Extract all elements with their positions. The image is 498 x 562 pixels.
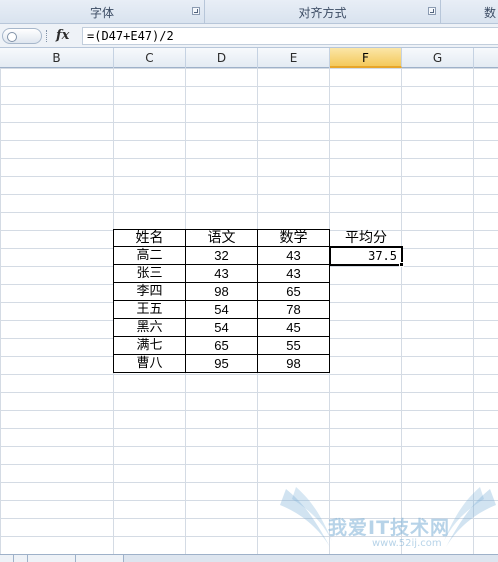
grid-column-line xyxy=(401,68,402,554)
watermark-url: www.52ij.com xyxy=(372,538,442,549)
column-header-row: B C D E F G xyxy=(0,48,498,68)
ribbon-group-number: 数 xyxy=(441,0,498,23)
table-cell-math[interactable]: 43 xyxy=(258,265,330,283)
column-header-c[interactable]: C xyxy=(114,48,186,68)
active-cell-f47[interactable]: 37.5 xyxy=(329,246,403,266)
ribbon-group-font: 字体 xyxy=(0,0,205,23)
table-cell-name[interactable]: 黑六 xyxy=(113,319,186,337)
table-cell-chinese[interactable]: 95 xyxy=(186,355,258,373)
tab-scroll-prev-button[interactable] xyxy=(14,555,28,562)
table-cell-chinese[interactable]: 32 xyxy=(186,247,258,265)
fx-label: fx xyxy=(56,28,70,43)
ribbon-group-alignment-label: 对齐方式 xyxy=(298,6,347,20)
column-header-d[interactable]: D xyxy=(186,48,258,68)
table-cell-name[interactable]: 高二 xyxy=(113,247,186,265)
ribbon-group-font-label: 字体 xyxy=(89,6,114,20)
table-cell-math[interactable]: 78 xyxy=(258,301,330,319)
ribbon-group-number-label: 数 xyxy=(483,6,496,20)
ribbon-group-labels: 字体 对齐方式 数 xyxy=(0,0,498,24)
column-header-f[interactable]: F xyxy=(330,48,402,68)
alignment-dialog-launcher-icon[interactable] xyxy=(428,7,436,15)
table-cell-name[interactable]: 王五 xyxy=(113,301,186,319)
fill-handle[interactable] xyxy=(399,262,404,267)
column-header-g[interactable]: G xyxy=(402,48,474,68)
table-cell-name[interactable]: 张三 xyxy=(113,265,186,283)
ribbon-group-alignment: 对齐方式 xyxy=(205,0,441,23)
tab-scroll-first-button[interactable] xyxy=(0,555,14,562)
column-header-e[interactable]: E xyxy=(258,48,330,68)
table-cell-name[interactable]: 曹八 xyxy=(113,355,186,373)
column-header-b[interactable]: B xyxy=(0,48,114,68)
column-header-h[interactable] xyxy=(474,48,498,68)
insert-function-icon[interactable]: fx xyxy=(56,26,78,46)
table-cell-chinese[interactable]: 65 xyxy=(186,337,258,355)
table-cell-chinese[interactable]: 54 xyxy=(186,319,258,337)
table-cell-name[interactable]: 李四 xyxy=(113,283,186,301)
sheet-tab-strip xyxy=(0,554,498,562)
table-cell-chinese[interactable]: 43 xyxy=(186,265,258,283)
formula-input[interactable]: =(D47+E47)/2 xyxy=(82,27,498,45)
table-cell-name[interactable]: 满七 xyxy=(113,337,186,355)
grid-column-line xyxy=(473,68,474,554)
table-cell-math[interactable]: 98 xyxy=(258,355,330,373)
formula-bar: fx =(D47+E47)/2 xyxy=(0,24,498,48)
table-cell-chinese[interactable]: 98 xyxy=(186,283,258,301)
font-dialog-launcher-icon[interactable] xyxy=(192,7,200,15)
table-cell-math[interactable]: 43 xyxy=(258,247,330,265)
table-cell-math[interactable]: 45 xyxy=(258,319,330,337)
table-header-name[interactable]: 姓名 xyxy=(113,229,186,247)
name-box-scroll-button[interactable] xyxy=(2,28,42,44)
table-cell-math[interactable]: 65 xyxy=(258,283,330,301)
table-header-chinese[interactable]: 语文 xyxy=(186,229,258,247)
table-cell-chinese[interactable]: 54 xyxy=(186,301,258,319)
table-header-math[interactable]: 数学 xyxy=(258,229,330,247)
watermark-text: 我爱IT技术网 xyxy=(328,517,451,539)
formula-bar-splitter[interactable] xyxy=(46,30,48,42)
average-label-cell[interactable]: 平均分 xyxy=(330,229,402,247)
table-cell-math[interactable]: 55 xyxy=(258,337,330,355)
sheet-tab[interactable] xyxy=(28,555,76,562)
sheet-tab[interactable] xyxy=(76,555,124,562)
